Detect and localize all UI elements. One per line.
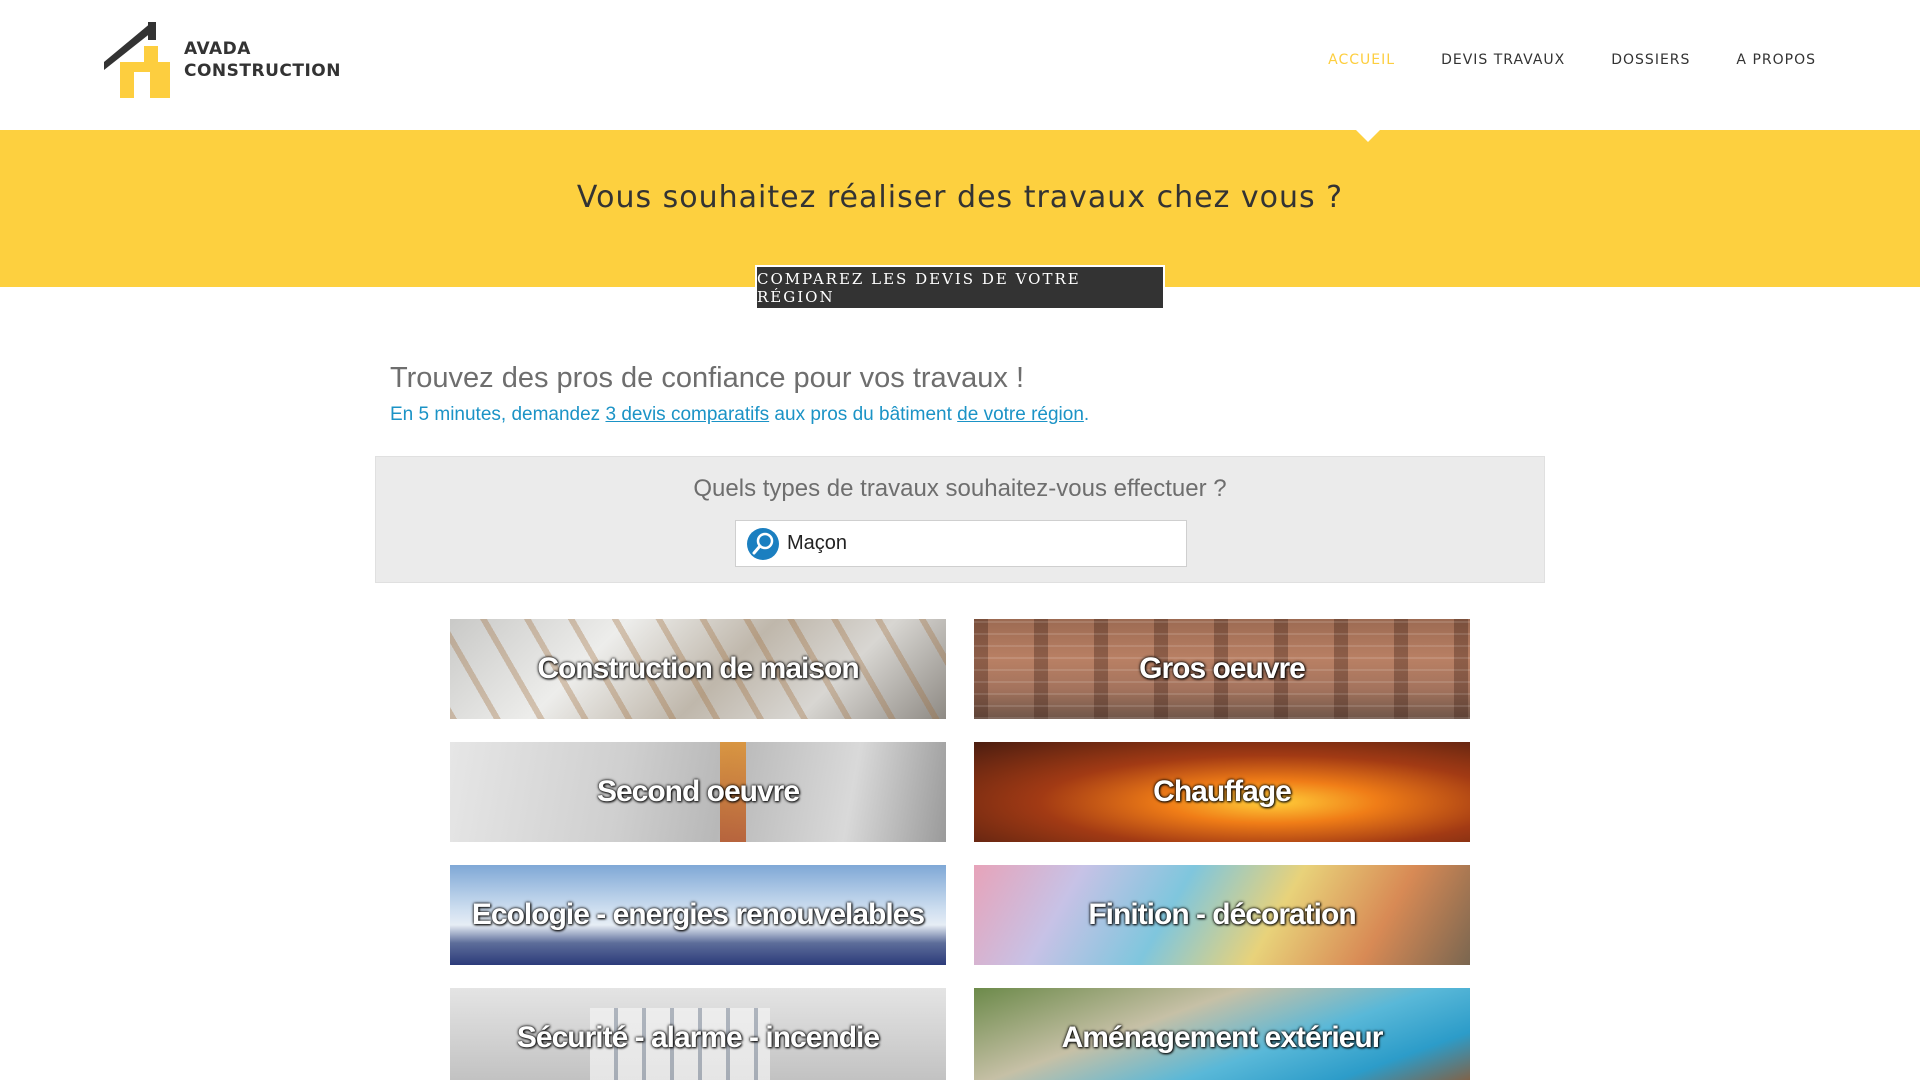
nav-item-devis-travaux[interactable]: DEVIS TRAVAUX [1441, 52, 1565, 68]
intro-sub-text-2: aux pros du bâtiment [769, 404, 958, 425]
house-logo-icon [104, 22, 170, 98]
tile-label: Ecologie - energies renouvelables [471, 898, 925, 931]
hero-title: Vous souhaitez réaliser des travaux chez… [576, 180, 1344, 215]
search-icon [747, 527, 779, 560]
logo[interactable]: AVADA CONSTRUCTION [104, 20, 344, 100]
search-question: Quels types de travaux souhaitez-vous ef… [693, 475, 1227, 502]
search-input[interactable] [787, 532, 1167, 555]
intro-sub-text-1: En 5 minutes, demandez [390, 404, 606, 425]
site-header: AVADA CONSTRUCTION ACCUEIL DEVIS TRAVAUX… [0, 0, 1920, 130]
tile-ecologie[interactable]: Ecologie - energies renouvelables [450, 865, 946, 965]
logo-line2: CONSTRUCTION [184, 61, 341, 81]
intro-title: Trouvez des pros de confiance pour vos t… [390, 362, 1025, 394]
nav-item-accueil[interactable]: ACCUEIL [1328, 52, 1395, 68]
tile-chauffage[interactable]: Chauffage [974, 742, 1470, 842]
tile-label: Construction de maison [537, 652, 859, 685]
nav-item-a-propos[interactable]: A PROPOS [1736, 52, 1816, 68]
search-panel: Quels types de travaux souhaitez-vous ef… [375, 456, 1545, 583]
tile-construction-maison[interactable]: Construction de maison [450, 619, 946, 719]
tile-securite[interactable]: Sécurité - alarme - incendie [450, 988, 946, 1080]
tile-label: Sécurité - alarme - incendie [516, 1021, 880, 1054]
nav-active-caret-icon [1356, 130, 1380, 142]
logo-line1: AVADA [184, 39, 251, 59]
nav-item-dossiers[interactable]: DOSSIERS [1611, 52, 1690, 68]
tile-gros-oeuvre[interactable]: Gros oeuvre [974, 619, 1470, 719]
logo-text: AVADA CONSTRUCTION [184, 38, 341, 82]
intro-sub-text-3: . [1083, 404, 1090, 425]
tile-second-oeuvre[interactable]: Second oeuvre [450, 742, 946, 842]
tile-label: Finition - décoration [1088, 898, 1356, 931]
main-nav: ACCUEIL DEVIS TRAVAUX DOSSIERS A PROPOS [1282, 52, 1816, 68]
hero-banner: Vous souhaitez réaliser des travaux chez… [0, 130, 1920, 287]
search-box[interactable] [735, 520, 1187, 567]
tile-label: Second oeuvre [596, 775, 800, 808]
tile-amenagement-exterieur[interactable]: Aménagement extérieur [974, 988, 1470, 1080]
tile-label: Aménagement extérieur [1061, 1021, 1384, 1054]
tile-finition-decoration[interactable]: Finition - décoration [974, 865, 1470, 965]
link-3-devis[interactable]: 3 devis comparatifs [605, 404, 769, 425]
tile-label: Gros oeuvre [1139, 652, 1306, 685]
tile-label: Chauffage [1153, 775, 1292, 808]
compare-quotes-button[interactable]: COMPAREZ LES DEVIS DE VOTRE RÉGION [755, 265, 1165, 310]
link-votre-region[interactable]: de votre région [957, 404, 1084, 425]
intro-subtitle: En 5 minutes, demandez 3 devis comparati… [390, 404, 1089, 426]
